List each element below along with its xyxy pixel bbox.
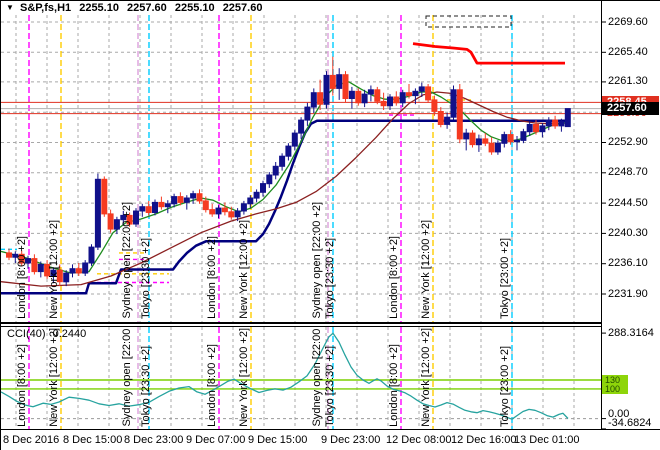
price-axis-label: 2231.90 [608, 287, 648, 300]
chart-window: ▼ S&P,fs,H1 2255.10 2257.60 2255.10 2257… [0, 0, 660, 450]
price-axis-label: 2261.30 [608, 75, 648, 88]
cci-max-label: 288.3164 [608, 327, 654, 339]
indicator-value: 0.2440 [52, 328, 87, 340]
session-label: Sydney open [22:00 +2] [121, 327, 133, 427]
time-axis-label: 8 Dec 2016 [3, 434, 60, 446]
price-axis-label: 2269.60 [608, 15, 648, 28]
ohlc-close: 2257.60 [222, 2, 263, 14]
session-label: London [8:00 +2] [206, 344, 218, 427]
time-axis-label: 13 Dec 01:00 [514, 434, 580, 446]
price-axis-label: 2248.70 [608, 166, 648, 179]
price-axis-label: 2244.50 [608, 196, 648, 209]
indicator-name: CCI(40) [7, 328, 46, 340]
cci-min-label: -34.6824 [608, 417, 652, 429]
time-axis-label: 9 Dec 23:00 [321, 434, 381, 446]
chart-title: ▼ S&P,fs,H1 2255.10 2257.60 2255.10 2257… [6, 2, 267, 14]
time-axis-label: 8 Dec 15:00 [63, 434, 123, 446]
session-label: New York [12:00 +2] [238, 220, 250, 319]
time-axis-label: 8 Dec 23:00 [124, 434, 184, 446]
session-label: New York [12:00 +2] [420, 328, 432, 427]
current-price-tag: 2257.60 [602, 102, 659, 115]
session-label: London [8:00 +2] [16, 344, 28, 427]
session-label: London [8:00 +2] [388, 344, 400, 427]
session-label: Tokyo [23:30 +2] [140, 345, 152, 427]
session-label: Tokyo [23:00 +2] [499, 345, 511, 427]
session-label: Sydney open [22:00 +2] [121, 202, 133, 319]
session-labels-main: London [8:00 +2] New York [12:00 +2] Sydne… [1, 15, 601, 323]
price-axis-label: 2265.40 [608, 45, 648, 58]
price-axis[interactable]: 2258.45 2256.90 2257.60 130 100 288.3164… [601, 1, 660, 450]
price-axis-label: 2252.90 [608, 136, 648, 148]
symbol-period-label: S&P,fs,H1 [19, 2, 72, 14]
ohlc-open: 2255.10 [79, 2, 119, 14]
session-label: New York [12:00 +2] [48, 328, 60, 427]
time-axis-label: 9 Dec 15:00 [248, 434, 308, 446]
session-label: New York [12:00 +2] [420, 220, 432, 319]
session-label: London [8:00 +2] [16, 236, 28, 319]
session-label: Sydney open [22:00 +2] [311, 202, 323, 319]
ohlc-low: 2255.10 [174, 2, 215, 14]
session-label: New York [12:00 +2] [238, 328, 250, 427]
time-axis-label: 12 Dec 08:00 [386, 434, 452, 446]
session-label: Tokyo [23:30 +2] [324, 345, 336, 427]
session-labels-sub: London [8:00 +2] New York [12:00 +2] Sydne… [1, 327, 601, 429]
indicator-label: CCI(40) 0.2440 [7, 328, 90, 340]
session-label: New York [12:00 +2] [48, 220, 60, 319]
session-label: Sydney open [22:00 +2] [311, 327, 323, 427]
chart-menu-triangle-icon[interactable]: ▼ [6, 3, 14, 12]
ohlc-high: 2257.60 [127, 2, 167, 14]
cci-level-lower-tag: 100 [602, 384, 628, 394]
price-axis-label: 2236.10 [608, 257, 648, 270]
session-label: London [8:00 +2] [206, 236, 218, 319]
time-axis-label: 9 Dec 07:00 [186, 434, 246, 446]
session-label: Tokyo [23:00 +2] [499, 237, 511, 319]
session-label: London [8:00 +2] [388, 236, 400, 319]
session-label: Tokyo [23:30 +2] [324, 237, 336, 319]
time-axis-label: 12 Dec 16:00 [451, 434, 517, 446]
session-label: Tokyo [23:30 +2] [140, 237, 152, 319]
time-axis[interactable]: 8 Dec 2016 8 Dec 15:00 8 Dec 23:00 9 Dec 07… [1, 430, 660, 450]
price-axis-label: 2240.30 [608, 226, 648, 239]
